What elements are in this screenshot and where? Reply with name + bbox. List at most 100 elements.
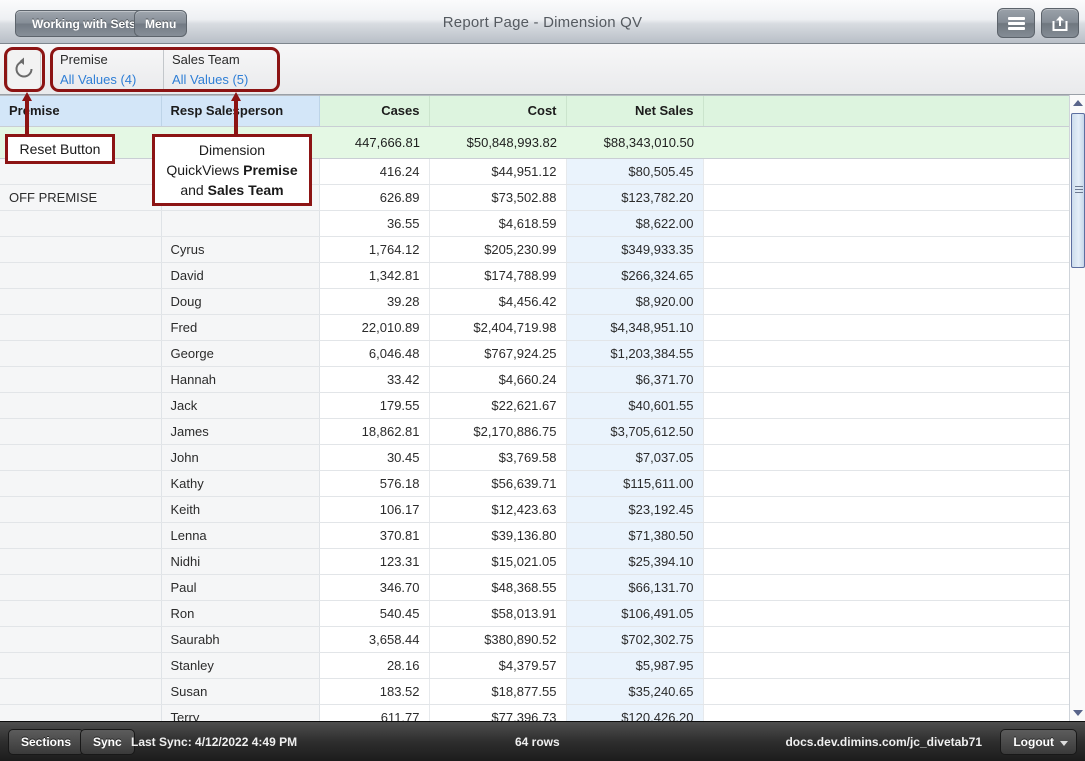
table-row[interactable]: Doug39.28$4,456.42$8,920.00 [0,288,1069,314]
cell-salesperson: Lenna [161,522,319,548]
cell-net-sales: $266,324.65 [566,262,703,288]
cell-premise [0,652,161,678]
table-row[interactable]: George6,046.48$767,924.25$1,203,384.55 [0,340,1069,366]
cell-salesperson: David [161,262,319,288]
cell-net-sales: $3,705,612.50 [566,418,703,444]
cell-cost: $48,368.55 [429,574,566,600]
table-row[interactable]: John30.45$3,769.58$7,037.05 [0,444,1069,470]
table-row[interactable]: Ron540.45$58,013.91$106,491.05 [0,600,1069,626]
table-row[interactable]: Keith106.17$12,423.63$23,192.45 [0,496,1069,522]
table-row[interactable]: Terry611.77$77,396.73$120,426.20 [0,704,1069,721]
cell-blank [703,418,1069,444]
table-row[interactable]: Fred22,010.89$2,404,719.98$4,348,951.10 [0,314,1069,340]
scrollbar-grip-icon [1075,184,1083,195]
scrollbar-thumb[interactable] [1071,113,1085,268]
cell-cases: 1,342.81 [319,262,429,288]
cell-net-sales: $4,348,951.10 [566,314,703,340]
table-body: 447,666.81 $50,848,993.82 $88,343,010.50… [0,126,1069,721]
cell-salesperson: Saurabh [161,626,319,652]
cell-premise [0,522,161,548]
cell-cases: 39.28 [319,288,429,314]
menu-button[interactable]: Menu [134,10,187,37]
cell-blank [703,548,1069,574]
anno-qv-line3-bold: Sales Team [208,182,284,198]
quickview-premise-value[interactable]: All Values (4) [60,70,155,90]
table-row[interactable]: Lenna370.81$39,136.80$71,380.50 [0,522,1069,548]
scroll-up-arrow-icon[interactable] [1070,95,1085,111]
cell-net-sales: $349,933.35 [566,236,703,262]
cell-premise [0,392,161,418]
cell-blank [703,340,1069,366]
table-row[interactable]: Cyrus1,764.12$205,230.99$349,933.35 [0,236,1069,262]
annotation-arrow-reset [22,92,32,138]
cell-blank [703,626,1069,652]
hamburger-menu-icon[interactable] [997,8,1035,38]
cell-net-sales: $66,131.70 [566,574,703,600]
table-row[interactable]: Saurabh3,658.44$380,890.52$702,302.75 [0,626,1069,652]
table-row[interactable]: Susan183.52$18,877.55$35,240.65 [0,678,1069,704]
cell-cases: 3,658.44 [319,626,429,652]
cell-cost: $205,230.99 [429,236,566,262]
total-cases: 447,666.81 [319,126,429,158]
cell-salesperson [161,210,319,236]
table-row[interactable]: Hannah33.42$4,660.24$6,371.70 [0,366,1069,392]
reset-circular-arrow-icon[interactable] [7,48,41,90]
sync-button[interactable]: Sync [80,729,135,755]
table-row[interactable]: David1,342.81$174,788.99$266,324.65 [0,262,1069,288]
cell-cost: $4,618.59 [429,210,566,236]
cell-cost: $4,379.57 [429,652,566,678]
column-header-net-sales[interactable]: Net Sales [566,96,703,126]
scroll-down-arrow-icon[interactable] [1070,705,1085,721]
quickview-sales-team[interactable]: Sales Team All Values (5) [164,48,278,92]
table-row[interactable]: James18,862.81$2,170,886.75$3,705,612.50 [0,418,1069,444]
cell-net-sales: $40,601.55 [566,392,703,418]
cell-cost: $2,404,719.98 [429,314,566,340]
cell-salesperson: Doug [161,288,319,314]
server-url-label: docs.dev.dimins.com/jc_divetab71 [785,735,982,749]
cell-cases: 123.31 [319,548,429,574]
cell-salesperson: Paul [161,574,319,600]
cell-net-sales: $80,505.45 [566,158,703,184]
quickview-sales-team-value[interactable]: All Values (5) [172,70,270,90]
cell-premise [0,470,161,496]
table-row[interactable]: Nidhi123.31$15,021.05$25,394.10 [0,548,1069,574]
cell-cost: $18,877.55 [429,678,566,704]
anno-qv-line2-bold: Premise [243,162,297,178]
table-row[interactable]: Kathy576.18$56,639.71$115,611.00 [0,470,1069,496]
cell-blank [703,678,1069,704]
anno-qv-line3-pre: and [180,182,207,198]
sections-button[interactable]: Sections [8,729,84,755]
cell-cost: $15,021.05 [429,548,566,574]
cell-premise [0,704,161,721]
total-cost: $50,848,993.82 [429,126,566,158]
cell-premise [0,496,161,522]
cell-salesperson: Susan [161,678,319,704]
cell-premise [0,340,161,366]
table-row[interactable]: Stanley28.16$4,379.57$5,987.95 [0,652,1069,678]
back-working-with-sets-button[interactable]: Working with Sets [15,10,151,37]
cell-premise: OFF PREMISE [0,184,161,210]
column-header-cost[interactable]: Cost [429,96,566,126]
share-export-icon[interactable] [1041,8,1079,38]
cell-net-sales: $106,491.05 [566,600,703,626]
logout-button[interactable]: Logout [1000,729,1077,755]
cell-blank [703,652,1069,678]
cell-cases: 28.16 [319,652,429,678]
cell-net-sales: $115,611.00 [566,470,703,496]
quickview-premise[interactable]: Premise All Values (4) [52,48,164,92]
table-row[interactable]: Jack179.55$22,621.67$40,601.55 [0,392,1069,418]
chevron-down-icon [1060,741,1068,746]
table-row[interactable]: 36.55$4,618.59$8,622.00 [0,210,1069,236]
cell-premise [0,626,161,652]
cell-net-sales: $702,302.75 [566,626,703,652]
cell-net-sales: $8,920.00 [566,288,703,314]
column-header-cases[interactable]: Cases [319,96,429,126]
cell-premise [0,678,161,704]
cell-premise [0,210,161,236]
row-count-status: 64 rows [515,735,560,749]
vertical-scrollbar[interactable] [1069,95,1085,721]
table-row[interactable]: Paul346.70$48,368.55$66,131.70 [0,574,1069,600]
cell-blank [703,470,1069,496]
annotation-label-reset-button: Reset Button [5,134,115,164]
cell-salesperson: Terry [161,704,319,721]
